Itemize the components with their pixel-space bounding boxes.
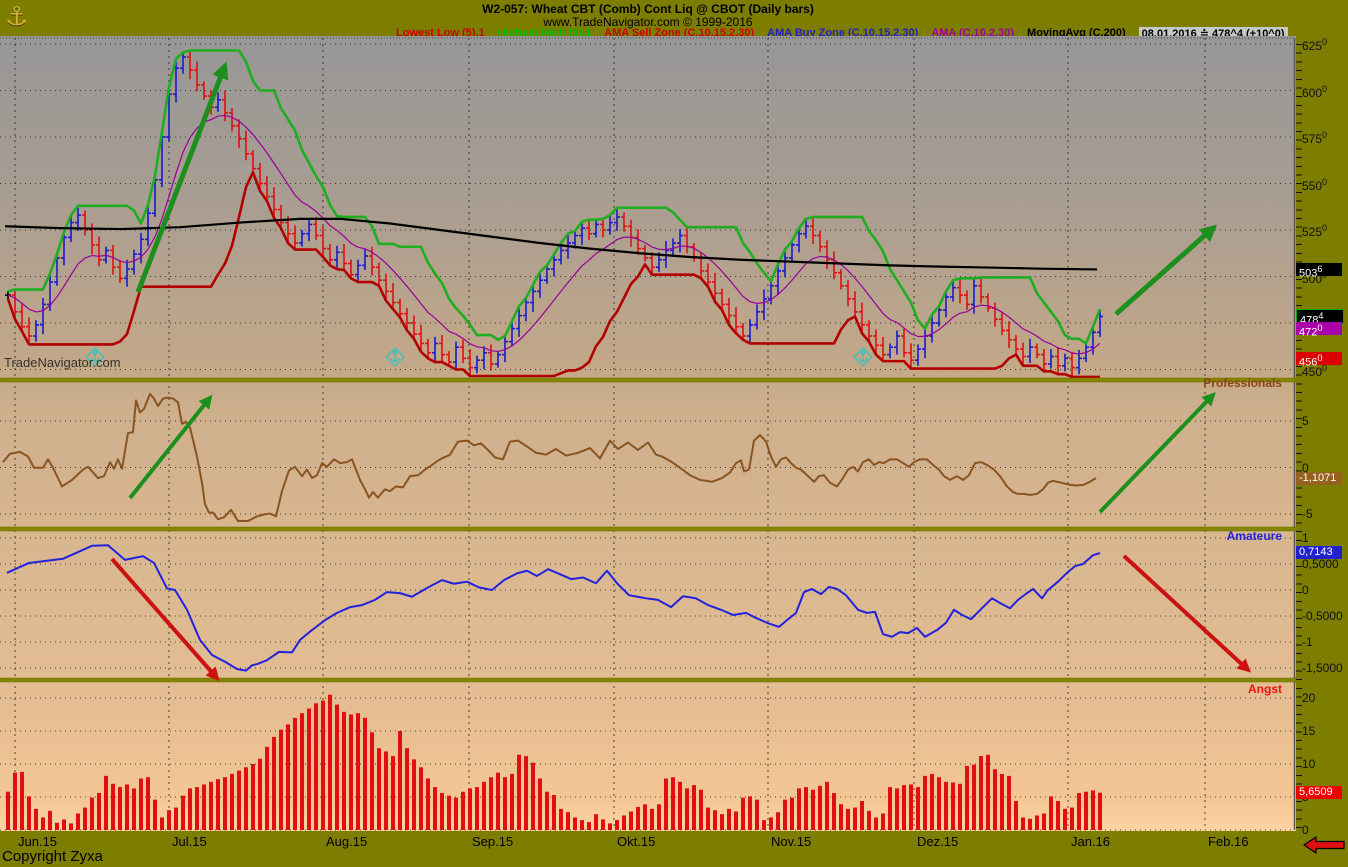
chart-plot-area[interactable] xyxy=(0,36,1296,836)
watermark-text: TradeNavigator.com xyxy=(4,355,121,370)
axis-tick-label: 6000 xyxy=(1302,84,1327,100)
value-badge: 0,7143 xyxy=(1296,546,1342,559)
month-label: Dez.15 xyxy=(917,834,958,849)
month-label: Jan.16 xyxy=(1071,834,1110,849)
axis-tick-label: -1,5000 xyxy=(1302,661,1343,675)
month-label: Jul.15 xyxy=(172,834,207,849)
chart-title: W2-057: Wheat CBT (Comb) Cont Liq @ CBOT… xyxy=(0,2,1296,16)
copyright-text: Copyright Zyxa xyxy=(2,848,103,865)
axis-tick-label: 20 xyxy=(1302,691,1315,705)
month-label: Nov.15 xyxy=(771,834,811,849)
axis-tick-label: 5 xyxy=(1302,414,1309,428)
value-badge: 4560 xyxy=(1296,352,1342,365)
panel-label-amateure: Amateure xyxy=(1227,529,1282,543)
scroll-left-arrow-icon[interactable] xyxy=(1303,836,1345,859)
month-label: Sep.15 xyxy=(472,834,513,849)
axis-tick-label: 5250 xyxy=(1302,223,1327,239)
value-badge: 5036 xyxy=(1296,263,1342,276)
panel-label-professionals: Professionals xyxy=(1203,376,1282,390)
month-label: Okt.15 xyxy=(617,834,655,849)
month-label: Aug.15 xyxy=(326,834,367,849)
axis-tick-label: -1 xyxy=(1302,635,1313,649)
axis-tick-label: 0 xyxy=(1302,583,1309,597)
axis-tick-label: 0 xyxy=(1302,823,1309,837)
axis-tick-label: 15 xyxy=(1302,724,1315,738)
axis-tick-label: -5 xyxy=(1302,507,1313,521)
axis-tick-label: 5750 xyxy=(1302,130,1327,146)
value-badge: 5,6509 xyxy=(1296,786,1342,799)
axis-tick-label: 6250 xyxy=(1302,37,1327,53)
panel-label-angst: Angst xyxy=(1248,682,1282,696)
axis-tick-label: 1 xyxy=(1302,531,1309,545)
axis-tick-label: 5500 xyxy=(1302,177,1327,193)
trade-navigator-window: ⚓ W2-057: Wheat CBT (Comb) Cont Liq @ CB… xyxy=(0,0,1348,867)
value-badge: 4720 xyxy=(1296,322,1342,335)
price-axis-tick-strip xyxy=(1296,44,1302,830)
month-label: Feb.16 xyxy=(1208,834,1248,849)
value-badge: -1,1071 xyxy=(1296,472,1342,485)
axis-tick-label: -0,5000 xyxy=(1302,609,1343,623)
month-label: Jun.15 xyxy=(18,834,57,849)
axis-tick-label: 10 xyxy=(1302,757,1315,771)
